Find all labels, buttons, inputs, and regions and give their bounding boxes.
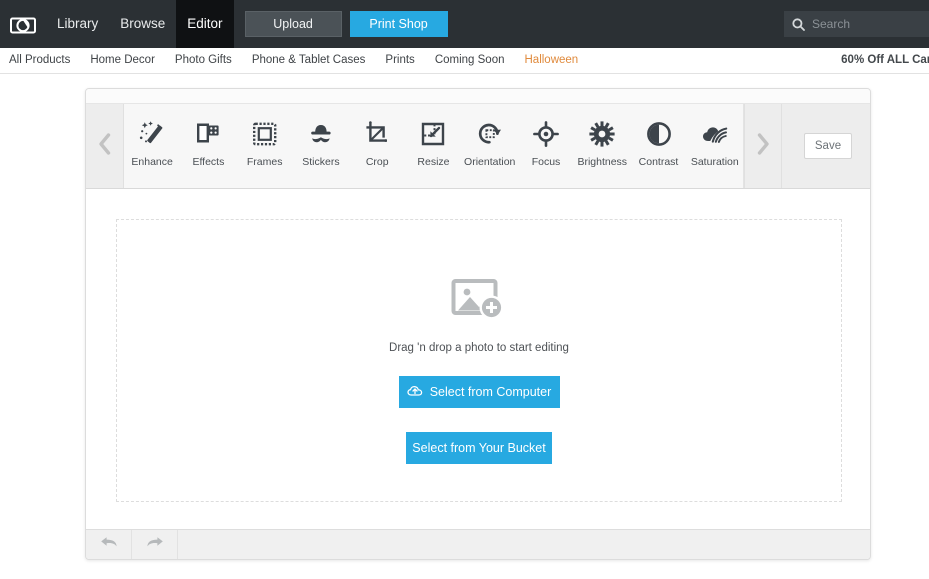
search-box[interactable] (784, 11, 929, 37)
hat-mustache-icon (307, 119, 335, 149)
chevron-right-icon (755, 132, 771, 161)
tool-label: Stickers (302, 156, 340, 168)
nav-item-library[interactable]: Library (46, 0, 109, 48)
tool-saturation[interactable]: Saturation (687, 104, 743, 168)
editor-toolbar: Enhance Effects Frames Stickers Crop Res… (86, 104, 870, 189)
tool-frames[interactable]: Frames (237, 104, 293, 168)
photo-editor-panel: Enhance Effects Frames Stickers Crop Res… (85, 88, 871, 560)
rotate-icon (476, 119, 504, 149)
tool-enhance[interactable]: Enhance (124, 104, 180, 168)
footer-spacer (178, 530, 870, 559)
app-logo[interactable] (0, 0, 46, 48)
save-button[interactable]: Save (804, 133, 852, 159)
saturation-cloud-icon (701, 119, 729, 149)
film-strip-icon (194, 119, 222, 149)
subnav-item-all-products[interactable]: All Products (0, 48, 80, 73)
tool-orientation[interactable]: Orientation (462, 104, 518, 168)
tool-label: Effects (192, 156, 225, 168)
search-input[interactable] (805, 17, 929, 31)
upload-button[interactable]: Upload (244, 11, 342, 37)
resize-icon (419, 119, 447, 149)
tool-brightness[interactable]: Brightness (574, 104, 630, 168)
redo-arrow-icon (145, 534, 165, 555)
promo-banner-text: 60% Off ALL Canvas (841, 54, 929, 66)
tool-list: Enhance Effects Frames Stickers Crop Res… (124, 104, 744, 188)
target-icon (532, 119, 560, 149)
subnav-item-halloween[interactable]: Halloween (515, 48, 589, 73)
tool-crop[interactable]: Crop (349, 104, 405, 168)
tool-label: Frames (246, 156, 283, 168)
undo-arrow-icon (99, 534, 119, 555)
editor-footer (86, 529, 870, 559)
editor-canvas-area: Drag 'n drop a photo to start editing Se… (86, 189, 870, 529)
tool-stickers[interactable]: Stickers (293, 104, 349, 168)
select-from-computer-label: Select from Computer (429, 385, 552, 399)
nav-item-browse[interactable]: Browse (109, 0, 176, 48)
add-photo-icon (451, 277, 507, 328)
tool-label: Brightness (577, 156, 628, 168)
tool-label: Resize (417, 156, 450, 168)
nav-item-editor[interactable]: Editor (176, 0, 234, 48)
tool-effects[interactable]: Effects (180, 104, 236, 168)
select-from-computer-button[interactable]: Select from Computer (398, 376, 560, 408)
chevron-left-icon (97, 132, 113, 161)
select-from-bucket-button[interactable]: Select from Your Bucket (406, 432, 552, 464)
tool-contrast[interactable]: Contrast (630, 104, 686, 168)
save-area: Save (782, 104, 870, 188)
camera-icon (10, 15, 36, 34)
subnav-item-phone-tablet-cases[interactable]: Phone & Tablet Cases (242, 48, 376, 73)
subnav-item-coming-soon[interactable]: Coming Soon (425, 48, 515, 73)
tool-label: Orientation (464, 156, 516, 168)
tool-label: Focus (531, 156, 561, 168)
dropzone-message: Drag 'n drop a photo to start editing (389, 342, 569, 354)
toolbar-scroll-right-button[interactable] (744, 104, 782, 188)
tool-label: Crop (365, 156, 389, 168)
toolbar-scroll-left-button[interactable] (86, 104, 124, 188)
subnav-item-photo-gifts[interactable]: Photo Gifts (165, 48, 242, 73)
sun-icon (588, 119, 616, 149)
tool-label: Enhance (131, 156, 173, 168)
print-shop-button[interactable]: Print Shop (349, 11, 448, 37)
search-icon (792, 17, 805, 31)
cloud-upload-icon (407, 384, 423, 400)
redo-button[interactable] (132, 530, 178, 559)
category-subnav: All Products Home Decor Photo Gifts Phon… (0, 48, 929, 74)
contrast-circle-icon (645, 119, 673, 149)
photo-dropzone[interactable]: Drag 'n drop a photo to start editing Se… (116, 219, 842, 502)
tool-resize[interactable]: Resize (405, 104, 461, 168)
magic-wand-icon (138, 119, 166, 149)
subnav-item-prints[interactable]: Prints (375, 48, 424, 73)
picture-frame-icon (251, 119, 279, 149)
undo-button[interactable] (86, 530, 132, 559)
tool-focus[interactable]: Focus (518, 104, 574, 168)
tool-label: Saturation (690, 156, 739, 168)
tool-label: Contrast (638, 156, 679, 168)
panel-top-strip (86, 89, 870, 104)
crop-icon (363, 119, 391, 149)
top-header: Library Browse Editor Upload Print Shop (0, 0, 929, 48)
subnav-item-home-decor[interactable]: Home Decor (80, 48, 165, 73)
